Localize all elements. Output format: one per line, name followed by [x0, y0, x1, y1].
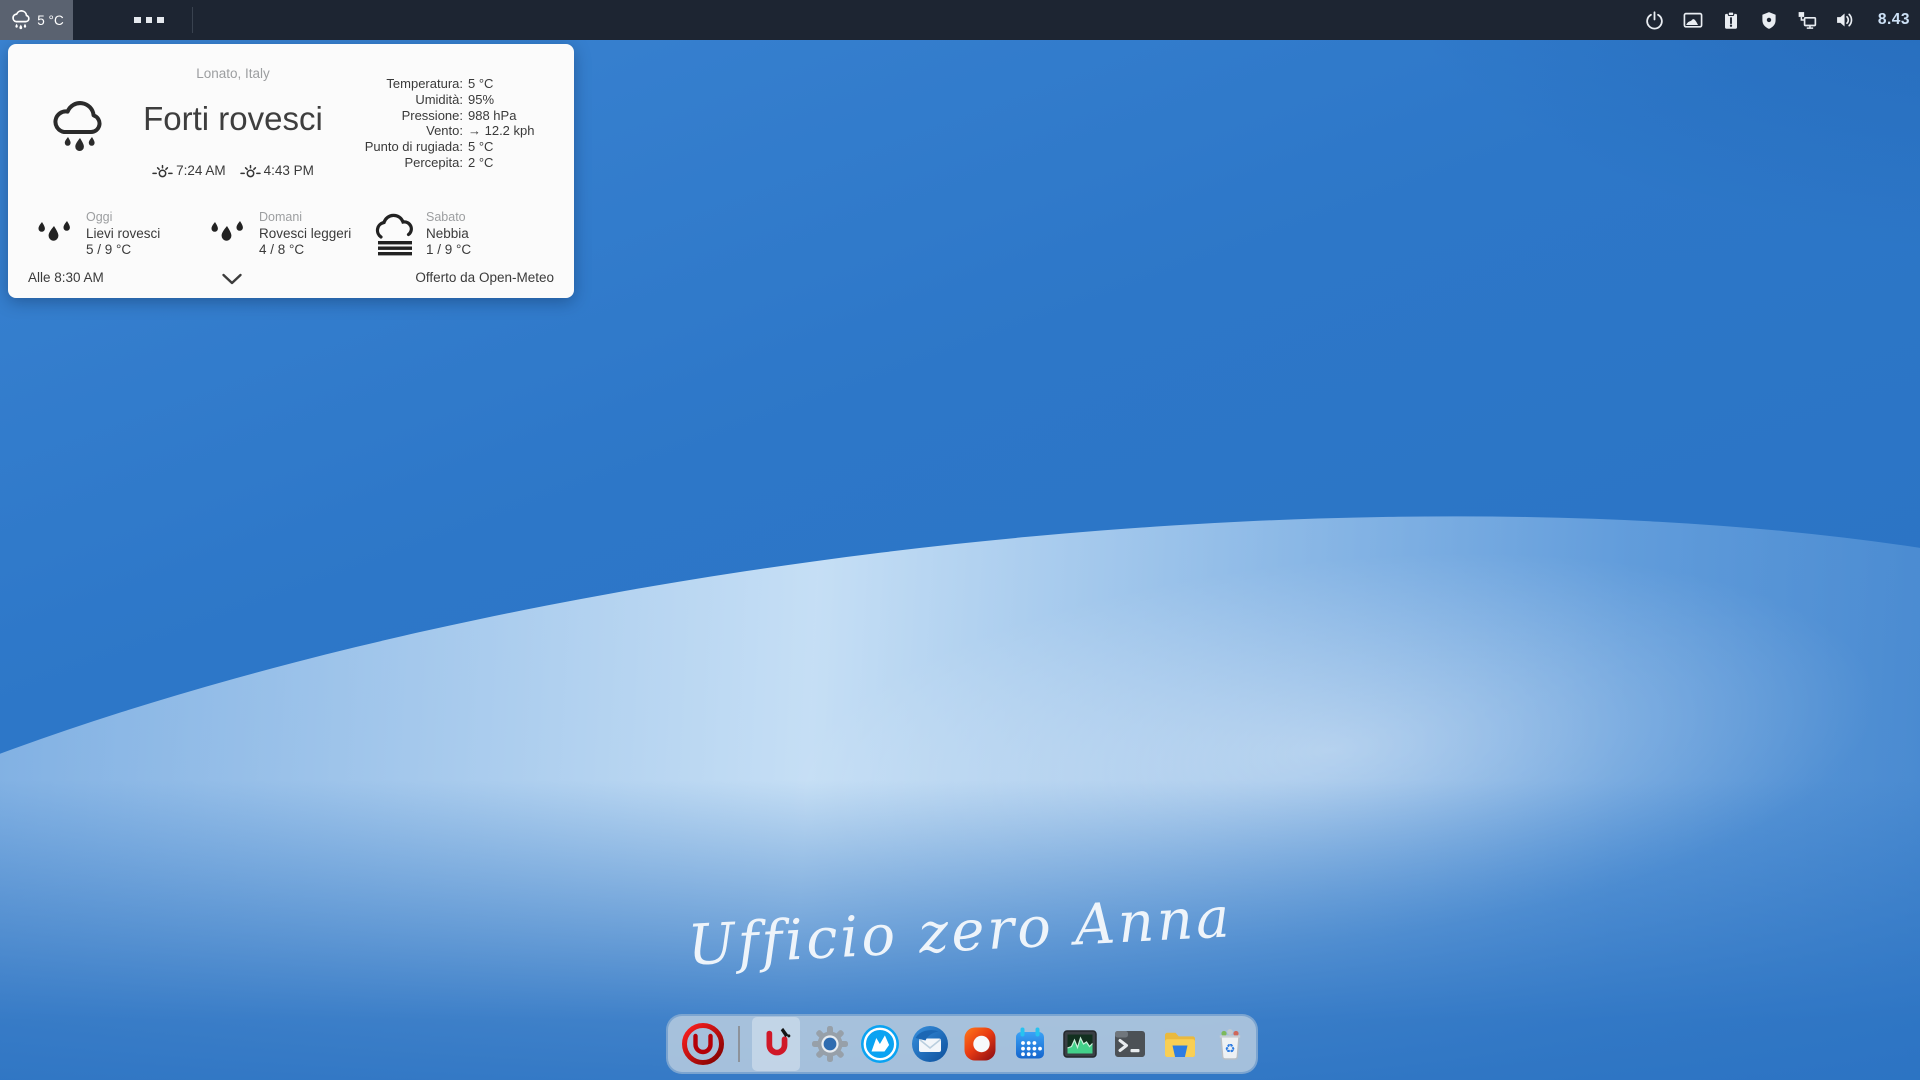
detail-value: → 12.2 kph — [468, 123, 542, 139]
weather-attribution: Offerto da Open-Meteo — [415, 270, 554, 285]
detail-label: Pressione: — [308, 108, 463, 124]
dock-item-system-monitor[interactable] — [1060, 1024, 1100, 1064]
sunrise-icon — [152, 163, 173, 178]
dock-item-calendar[interactable] — [1010, 1024, 1050, 1064]
thunderbird-icon — [910, 1024, 950, 1064]
dock-item-office-suite[interactable] — [960, 1024, 1000, 1064]
weather-updated-time: Alle 8:30 AM — [28, 270, 104, 285]
uz-control-icon — [757, 1025, 795, 1063]
dot-icon — [134, 17, 141, 24]
forecast-saturday: Sabato Nebbia 1 / 9 °C — [372, 209, 471, 259]
librewolf-icon — [860, 1024, 900, 1064]
forecast-today: Oggi Lievi rovesci 5 / 9 °C — [32, 209, 160, 259]
ufficio-zero-logo-icon — [680, 1021, 726, 1067]
sunrise-time: 7:24 AM — [176, 163, 226, 178]
svg-text:♻: ♻ — [1225, 1042, 1236, 1056]
dock-item-librewolf-browser[interactable] — [860, 1024, 900, 1064]
dock-separator — [738, 1026, 740, 1062]
light-showers-icon — [32, 213, 78, 259]
network-wired-icon[interactable] — [1796, 9, 1818, 31]
detail-value: 5 °C — [468, 139, 542, 155]
power-icon[interactable] — [1644, 9, 1666, 31]
light-showers-icon — [205, 213, 251, 259]
panel-weather-temp: 5 °C — [37, 13, 63, 28]
sunrise: 7:24 AM — [152, 163, 226, 178]
forecast-day: Domani — [259, 209, 351, 226]
weather-details: Temperatura: 5 °C Umidità: 95% Pressione… — [308, 76, 542, 171]
panel-menu-dots-button[interactable] — [134, 0, 164, 40]
forecast-temps: 5 / 9 °C — [86, 242, 160, 259]
calendar-icon — [1010, 1024, 1050, 1064]
office-icon — [960, 1024, 1000, 1064]
detail-label: Punto di rugiada: — [308, 139, 463, 155]
power-glyph — [1644, 10, 1665, 31]
detail-label: Percepita: — [308, 155, 463, 171]
detail-row: Umidità: 95% — [308, 92, 542, 108]
terminal-icon — [1110, 1024, 1150, 1064]
clipboard-alert-icon[interactable] — [1720, 9, 1742, 31]
detail-label: Temperatura: — [308, 76, 463, 92]
weather-popup: Lonato, Italy Forti rovesci 7:24 AM — [8, 44, 574, 298]
volume-icon[interactable] — [1834, 9, 1856, 31]
forecast-temps: 4 / 8 °C — [259, 242, 351, 259]
system-tray: 8.43 — [1644, 0, 1910, 40]
dock-item-terminal[interactable] — [1110, 1024, 1150, 1064]
detail-value: 988 hPa — [468, 108, 542, 124]
detail-row: Temperatura: 5 °C — [308, 76, 542, 92]
shield-security-icon[interactable] — [1758, 9, 1780, 31]
dock: ♻ — [666, 1014, 1258, 1074]
cloud-rain-icon — [9, 8, 33, 32]
panel-clock[interactable]: 8.43 — [1878, 11, 1910, 29]
shield-glyph — [1759, 10, 1779, 31]
detail-label: Umidità: — [308, 92, 463, 108]
network-glyph — [1796, 9, 1818, 31]
forecast-tomorrow: Domani Rovesci leggeri 4 / 8 °C — [205, 209, 351, 259]
dock-item-settings[interactable] — [810, 1024, 850, 1064]
trash-bin-icon: ♻ — [1210, 1024, 1250, 1064]
folder-icon — [1160, 1024, 1200, 1064]
panel-weather-button[interactable]: 5 °C — [0, 0, 73, 40]
detail-value: 2 °C — [468, 155, 542, 171]
detail-row: Vento: → 12.2 kph — [308, 123, 542, 139]
forecast-day: Sabato — [426, 209, 471, 226]
top-panel: 5 °C — [0, 0, 1920, 40]
chevron-down-icon — [221, 273, 243, 286]
forecast-condition: Rovesci leggeri — [259, 226, 351, 243]
gear-icon — [810, 1024, 850, 1064]
detail-row: Percepita: 2 °C — [308, 155, 542, 171]
clipboard-glyph — [1721, 10, 1741, 31]
dock-item-uz-control[interactable] — [752, 1017, 800, 1071]
wallpaper-display-icon[interactable] — [1682, 9, 1704, 31]
sunset: 4:43 PM — [240, 163, 314, 178]
detail-row: Punto di rugiada: 5 °C — [308, 139, 542, 155]
dock-item-file-manager[interactable] — [1160, 1024, 1200, 1064]
dot-icon — [157, 17, 164, 24]
detail-value: 95% — [468, 92, 542, 108]
dock-item-ufficio-zero-menu[interactable] — [680, 1021, 726, 1067]
forecast-day: Oggi — [86, 209, 160, 226]
panel-separator — [192, 7, 193, 33]
system-monitor-icon — [1060, 1024, 1100, 1064]
expand-forecast-button[interactable] — [221, 273, 243, 286]
detail-value: 5 °C — [468, 76, 542, 92]
dock-item-thunderbird-mail[interactable] — [910, 1024, 950, 1064]
dot-icon — [146, 17, 153, 24]
forecast-condition: Nebbia — [426, 226, 471, 243]
forecast-condition: Lievi rovesci — [86, 226, 160, 243]
wallpaper-glyph — [1682, 9, 1704, 31]
forecast-temps: 1 / 9 °C — [426, 242, 471, 259]
fog-icon — [372, 213, 418, 259]
sunset-icon — [240, 163, 261, 178]
detail-label: Vento: — [308, 123, 463, 139]
sunset-time: 4:43 PM — [264, 163, 314, 178]
detail-row: Pressione: 988 hPa — [308, 108, 542, 124]
volume-glyph — [1834, 9, 1856, 31]
dock-item-trash[interactable]: ♻ — [1210, 1024, 1250, 1064]
